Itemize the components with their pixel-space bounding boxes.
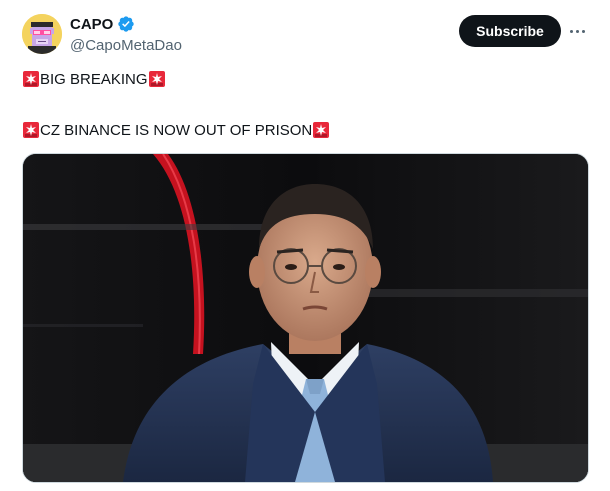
verified-badge-icon — [118, 16, 135, 32]
avatar[interactable] — [22, 14, 62, 54]
more-options-button[interactable] — [566, 22, 588, 40]
author-handle[interactable]: @CapoMetaDao — [70, 37, 182, 54]
subscribe-button[interactable]: Subscribe — [459, 15, 561, 47]
tweet-text-line-2: CZ BINANCE IS NOW OUT OF PRISON — [22, 121, 330, 139]
rotating-light-icon — [23, 122, 39, 138]
more-dot — [569, 29, 573, 33]
photo-illustration — [23, 154, 588, 482]
rotating-light-icon — [23, 71, 39, 87]
tweet-media-photo[interactable] — [22, 153, 589, 483]
author-name-row[interactable]: CAPO — [70, 15, 135, 33]
display-name[interactable]: CAPO — [70, 16, 113, 33]
pixel-ape-avatar-icon — [22, 14, 62, 54]
more-dot — [575, 29, 579, 33]
tweet-card: CAPO @CapoMetaDao Subscribe BIG BREAKING — [0, 0, 610, 491]
rotating-light-icon — [313, 122, 330, 138]
more-dot — [581, 29, 585, 33]
rotating-light-icon — [148, 71, 165, 87]
tweet-text-line-1: BIG BREAKING — [22, 70, 166, 88]
tweet-text-headline: BIG BREAKING — [40, 70, 148, 88]
tweet-text-body: CZ BINANCE IS NOW OUT OF PRISON — [40, 121, 313, 139]
